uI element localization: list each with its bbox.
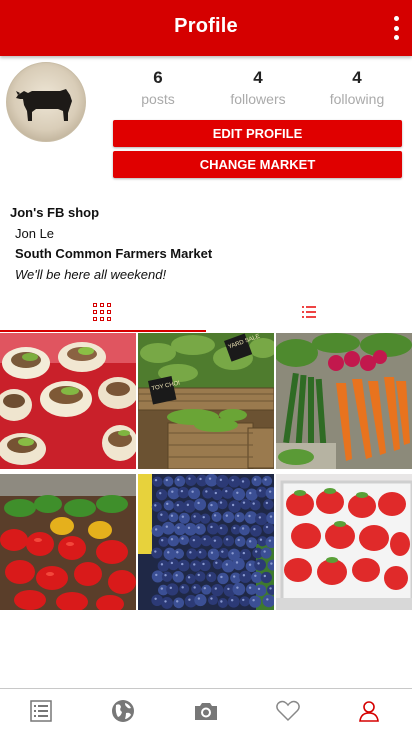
shop-name: Jon's FB shop [10,205,100,220]
active-tab-indicator [0,330,206,332]
camera-icon [195,703,217,720]
page-title: Profile [174,15,238,37]
heart-icon [276,700,300,722]
followers-label: followers [230,91,286,107]
list-view-icon [302,305,316,319]
nav-favorites[interactable] [246,689,328,733]
followers-count: 4 [253,68,263,87]
posts-stat[interactable]: 6 posts [113,68,203,107]
cow-icon [16,89,72,121]
bio: Jon's FB shop Jon Le South Common Farmer… [10,203,212,285]
globe-icon [112,700,134,722]
post-thumbnail-carrots-radishes[interactable] [276,333,412,469]
nav-camera[interactable] [164,689,246,733]
posts-count: 6 [153,68,163,87]
bio-tagline: We'll be here all weekend! [15,266,167,282]
nav-explore[interactable] [82,689,164,733]
post-thumbnail-strawberries[interactable] [276,474,412,610]
view-tabs [0,296,412,332]
market-name: South Common Farmers Market [15,246,213,261]
post-thumbnail-blueberries[interactable] [138,474,274,610]
following-count: 4 [352,68,362,87]
owner-name: Jon Le [15,225,55,241]
app-bar: Profile [0,0,412,56]
avatar[interactable] [6,62,86,142]
feed-list-icon [30,700,52,722]
tab-list-view[interactable] [206,296,412,332]
edit-profile-button[interactable]: EDIT PROFILE [113,120,402,147]
post-thumbnail-tacos[interactable] [0,333,136,469]
bottom-nav [0,688,412,733]
following-stat[interactable]: 4 following [312,68,402,107]
posts-label: posts [141,91,175,107]
more-vert-icon[interactable] [390,16,402,40]
following-label: following [329,91,385,107]
profile-icon [359,701,379,722]
post-thumbnail-peppers[interactable] [0,474,136,610]
nav-profile[interactable] [328,689,410,733]
post-thumbnail-greens[interactable]: YARD SALE TOY CHOI [138,333,274,469]
nav-feed[interactable] [0,689,82,733]
followers-stat[interactable]: 4 followers [213,68,303,107]
grid-view-icon [93,303,111,321]
change-market-button[interactable]: CHANGE MARKET [113,151,402,178]
tab-grid-view[interactable] [0,296,206,332]
